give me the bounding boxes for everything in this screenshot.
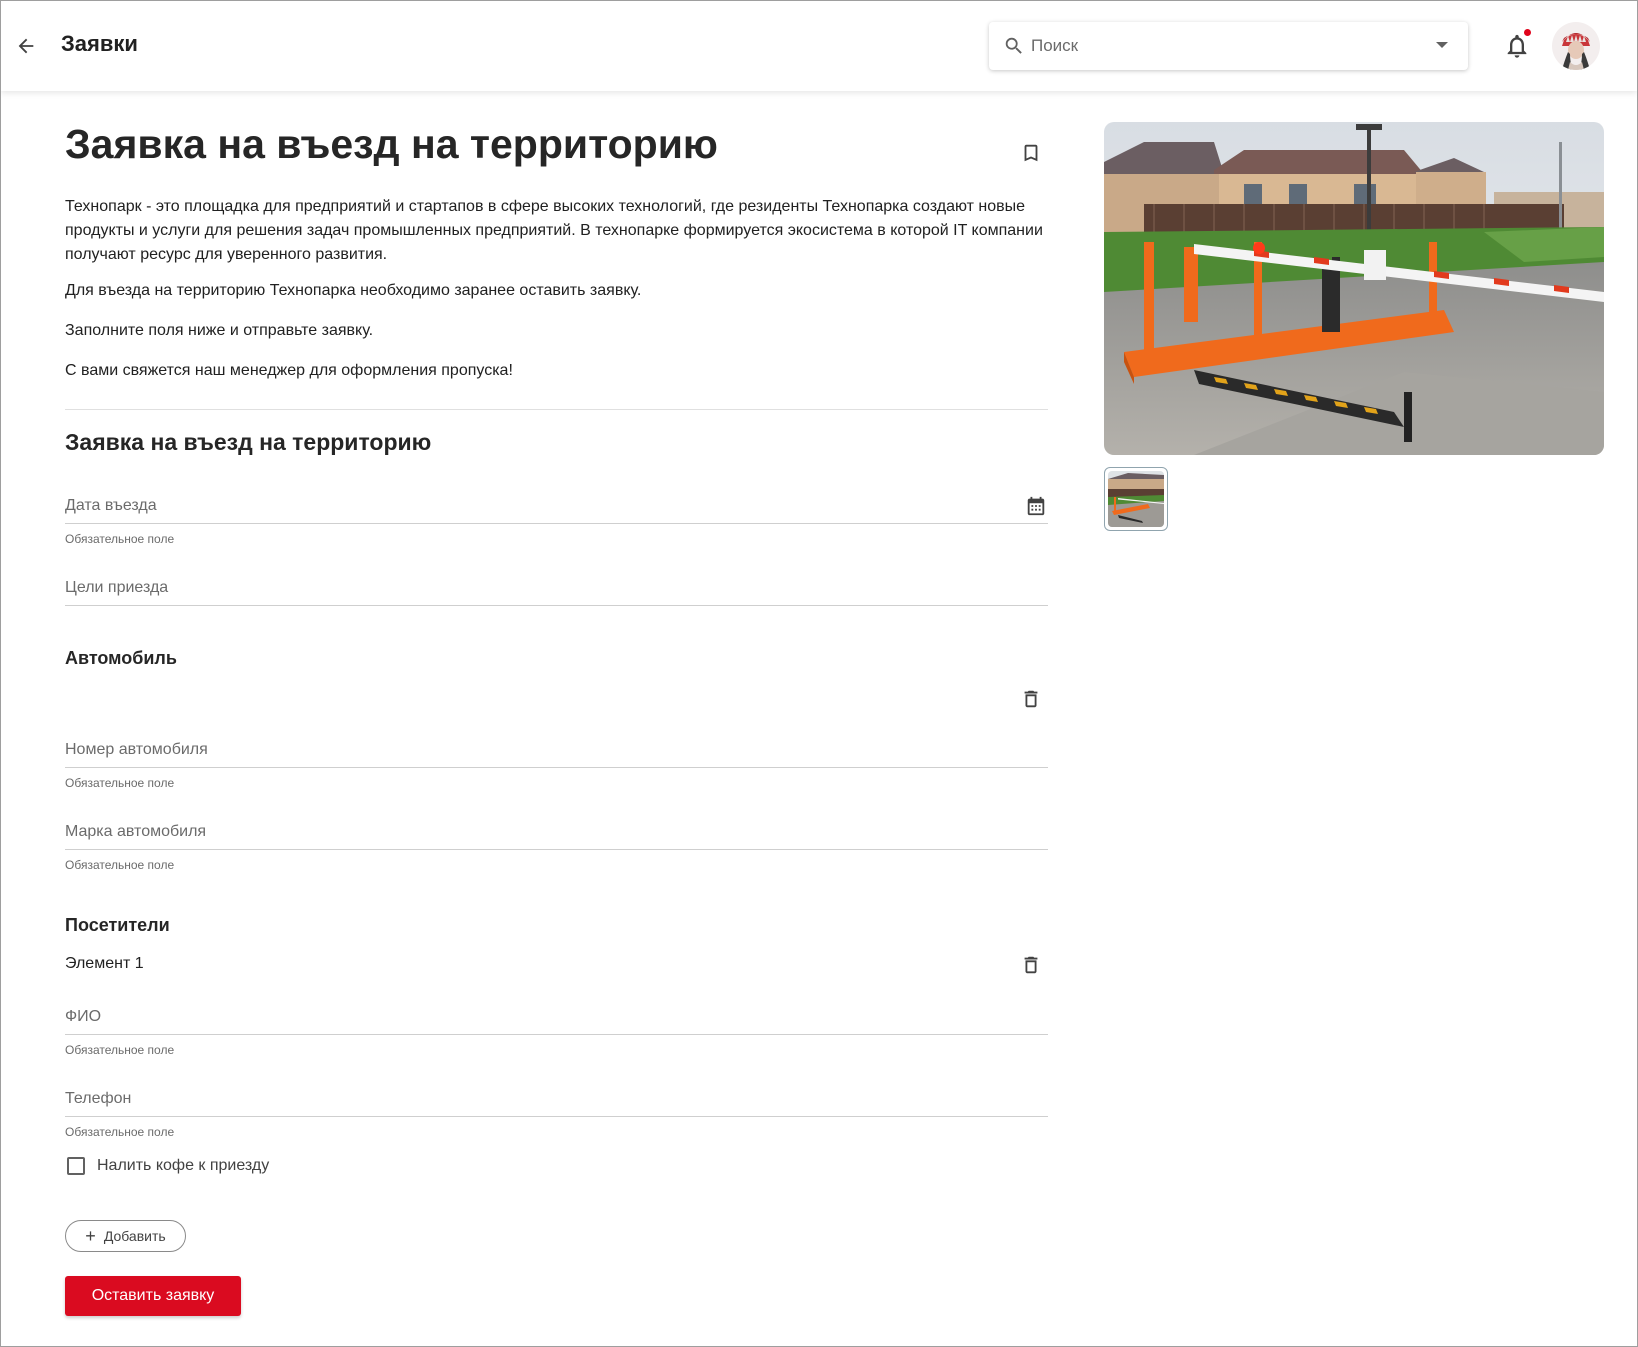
chevron-down-icon[interactable] bbox=[1436, 42, 1448, 48]
trash-icon[interactable] bbox=[1020, 687, 1042, 711]
app-title: Заявки bbox=[61, 31, 138, 56]
barrier-photo-thumb bbox=[1108, 471, 1164, 527]
entry-date-help: Обязательное поле bbox=[65, 532, 175, 546]
avatar[interactable] bbox=[1552, 22, 1600, 70]
app-window: Заявки Заявка на въезд на территорию bbox=[0, 0, 1638, 1347]
car-number-input[interactable] bbox=[65, 731, 1048, 768]
visitor-item-label: Элемент 1 bbox=[65, 955, 144, 972]
divider bbox=[65, 409, 1048, 410]
visitors-section-title: Посетители bbox=[65, 915, 170, 935]
description-paragraph: С вами свяжется наш менеджер для оформле… bbox=[65, 362, 513, 379]
barrier-photo bbox=[1104, 122, 1604, 455]
form-title: Заявка на въезд на территорию bbox=[65, 429, 432, 455]
gallery-thumbnail[interactable] bbox=[1104, 467, 1168, 531]
arrow-left-icon bbox=[18, 38, 34, 54]
coffee-checkbox[interactable] bbox=[67, 1157, 85, 1175]
submit-button-label: Оставить заявку bbox=[91, 1287, 215, 1304]
search-icon bbox=[1005, 37, 1022, 54]
submit-request-button[interactable]: Оставить заявку bbox=[65, 1276, 241, 1316]
fio-input[interactable] bbox=[65, 998, 1048, 1035]
entry-date-input[interactable] bbox=[65, 487, 1048, 524]
fio-help: Обязательное поле bbox=[65, 1043, 175, 1057]
thumbnail-image bbox=[1108, 471, 1164, 527]
phone-input[interactable] bbox=[65, 1080, 1048, 1117]
car-brand-input[interactable] bbox=[65, 813, 1048, 850]
calendar-icon[interactable] bbox=[1025, 495, 1047, 517]
car-brand-help: Обязательное поле bbox=[65, 858, 175, 872]
add-button-label: Добавить bbox=[103, 1228, 166, 1244]
back-button[interactable] bbox=[11, 31, 41, 61]
trash-icon[interactable] bbox=[1020, 953, 1042, 977]
plus-icon: + bbox=[85, 1226, 96, 1246]
page-title: Заявка на въезд на территорию bbox=[65, 121, 718, 167]
coffee-checkbox-label[interactable]: Налить кофе к приезду bbox=[97, 1157, 269, 1175]
bookmark-icon[interactable] bbox=[1020, 141, 1042, 165]
phone-help: Обязательное поле bbox=[65, 1125, 175, 1139]
description-paragraph: Для въезда на территорию Технопарка необ… bbox=[65, 282, 642, 299]
purpose-input[interactable] bbox=[65, 569, 1048, 606]
notification-badge bbox=[1523, 28, 1532, 37]
description-paragraph: Технопарк - это площадка для предприятий… bbox=[65, 198, 1043, 263]
search-box[interactable] bbox=[989, 22, 1468, 70]
gallery-main-image[interactable] bbox=[1104, 122, 1604, 455]
user-avatar-image bbox=[1552, 22, 1600, 70]
car-section-title: Автомобиль bbox=[65, 648, 177, 668]
app-bar: Заявки bbox=[1, 1, 1637, 91]
search-input[interactable] bbox=[1031, 22, 1411, 70]
coffee-checkbox-row[interactable]: Налить кофе к приезду bbox=[67, 1157, 269, 1175]
car-number-help: Обязательное поле bbox=[65, 776, 175, 790]
add-visitor-button[interactable]: + Добавить bbox=[65, 1220, 186, 1252]
description-paragraph: Заполните поля ниже и отправьте заявку. bbox=[65, 322, 374, 339]
